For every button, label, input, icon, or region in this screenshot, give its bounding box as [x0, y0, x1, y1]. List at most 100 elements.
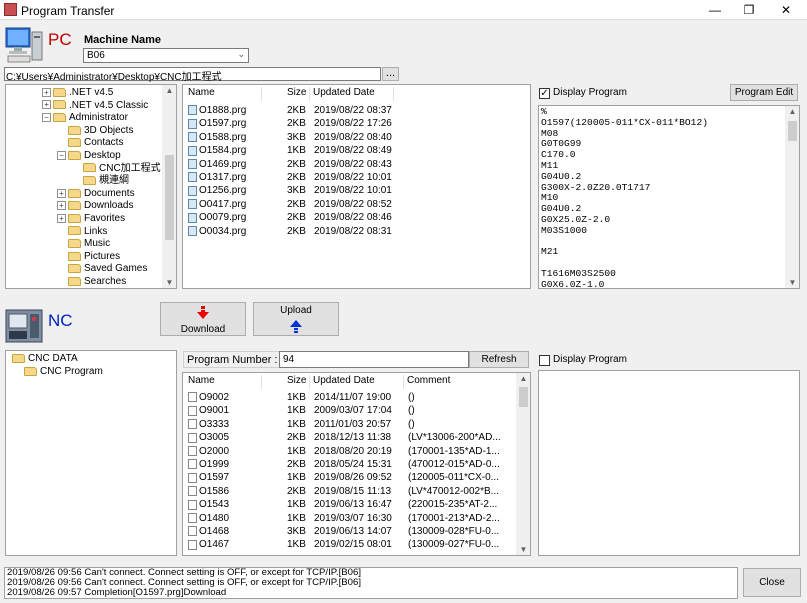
collapse-icon[interactable]: − [57, 150, 66, 160]
scroll-up-icon[interactable]: ▲ [516, 374, 530, 383]
pc-file-list[interactable]: Name Size Updated Date O1888.prg 2KB 2019/… [182, 84, 531, 289]
nc-file-name: O1586 [199, 485, 230, 497]
file-row[interactable]: O1597.prg 2KB 2019/08/22 17:26 [183, 117, 530, 130]
tree-item-label: Administrator [69, 112, 128, 124]
download-button[interactable]: Download [160, 302, 246, 336]
close-window-button[interactable]: ✕ [771, 2, 801, 18]
tree-item[interactable]: + Documents [57, 188, 135, 201]
nc-file-row[interactable]: O2000 1KB 2018/08/20 20:19 (170001-135*AD-1… [183, 445, 516, 458]
tree-item[interactable]: Music [68, 238, 110, 251]
scroll-down-icon[interactable]: ▼ [162, 278, 176, 287]
tree-item[interactable]: Contacts [68, 137, 123, 150]
program-edit-button[interactable]: Program Edit [730, 84, 798, 101]
tree-item[interactable]: − Desktop [57, 150, 121, 163]
tree-item[interactable]: − Administrator [42, 112, 128, 125]
nc-label: NC [48, 311, 73, 330]
nc-file-date: 2019/08/26 09:52 [314, 472, 392, 484]
tree-item-label: Music [84, 238, 111, 250]
nc-file-row[interactable]: O1468 3KB 2019/06/13 14:07 (130009-028*FU-0… [183, 525, 516, 538]
pc-col-name[interactable]: Name [188, 85, 215, 101]
nc-file-row[interactable]: O1543 1KB 2019/06/13 16:47 (220015-235*AT-2… [183, 498, 516, 511]
upload-button[interactable]: Upload [253, 302, 339, 336]
expand-icon[interactable]: + [57, 188, 66, 198]
file-row[interactable]: O1888.prg 2KB 2019/08/22 08:37 [183, 104, 530, 117]
file-row[interactable]: O0079.prg 2KB 2019/08/22 08:46 [183, 211, 530, 224]
tree-item[interactable]: 3D Objects [68, 125, 133, 138]
file-row[interactable]: O1256.prg 3KB 2019/08/22 10:01 [183, 184, 530, 197]
tree-item-label: .NET v4.5 Classic [69, 99, 149, 111]
nc-col-comment[interactable]: Comment [407, 373, 450, 389]
nc-file-row[interactable]: O1480 1KB 2019/03/07 16:30 (170001-213*AD-2… [183, 512, 516, 525]
close-button[interactable]: Close [743, 568, 801, 597]
expand-icon[interactable]: + [57, 213, 66, 223]
pc-display-program-checkbox[interactable]: ✓ [539, 88, 550, 99]
scroll-down-icon[interactable]: ▼ [516, 545, 530, 554]
nc-file-row[interactable]: O1586 2KB 2019/08/15 11:13 (LV*470012-002*B… [183, 485, 516, 498]
tree-item[interactable]: + Favorites [57, 213, 125, 226]
collapse-icon[interactable]: − [42, 113, 51, 123]
nc-file-row[interactable]: O1597 1KB 2019/08/26 09:52 (120005-011*CX-0… [183, 471, 516, 484]
nc-file-row[interactable]: O3333 1KB 2011/01/03 20:57 () [183, 418, 516, 431]
tree-item[interactable]: Saved Games [68, 263, 147, 276]
program-number-input[interactable]: 94 [279, 351, 469, 368]
refresh-button[interactable]: Refresh [469, 351, 529, 368]
nc-col-name[interactable]: Name [188, 373, 215, 389]
document-icon [188, 526, 197, 537]
file-date: 2019/08/22 08:37 [314, 105, 392, 116]
browse-button[interactable]: ... [382, 67, 399, 81]
nc-file-name: O1999 [199, 459, 230, 470]
pc-folder-tree[interactable]: + .NET v4.5 + .NET v4.5 Classic − Administrat… [5, 84, 177, 289]
file-row[interactable]: O1588.prg 3KB 2019/08/22 08:40 [183, 131, 530, 144]
file-row[interactable]: O0034.prg 2KB 2019/08/22 08:31 [183, 225, 530, 238]
tree-item[interactable]: + .NET v4.5 Classic [42, 100, 148, 113]
tree-item[interactable]: 槻連綱 [83, 175, 129, 188]
nc-tree-item[interactable]: CNC Program [24, 366, 103, 379]
nc-file-row[interactable]: O1467 1KB 2019/02/15 08:01 (130009-027*FU-0… [183, 538, 516, 551]
tree-item[interactable]: Pictures [68, 251, 120, 264]
tree-item[interactable]: Links [68, 226, 107, 239]
pc-label: PC [48, 30, 72, 49]
file-name: O0079.prg [199, 212, 247, 224]
file-row[interactable]: O1469.prg 2KB 2019/08/22 08:43 [183, 158, 530, 171]
nc-file-row[interactable]: O3005 2KB 2018/12/13 11:38 (LV*13006-200*AD… [183, 431, 516, 444]
maximize-button[interactable]: ❐ [734, 2, 764, 18]
program-scrollbar[interactable]: ▲ ▼ [785, 106, 799, 288]
document-icon [188, 419, 197, 430]
nc-list-scroll-thumb[interactable] [519, 387, 528, 407]
nc-display-program-checkbox[interactable] [539, 355, 550, 366]
scroll-down-icon[interactable]: ▼ [785, 278, 799, 287]
nc-file-list[interactable]: Name Size Updated Date Comment O9002 1KB 2… [182, 372, 531, 556]
tree-item[interactable]: Searches [68, 276, 126, 288]
nc-col-size[interactable]: Size [287, 373, 306, 389]
pc-tree-scroll-thumb[interactable] [165, 155, 174, 240]
nc-list-scrollbar[interactable]: ▲ ▼ [516, 373, 530, 555]
file-row[interactable]: O1584.prg 1KB 2019/08/22 08:49 [183, 144, 530, 157]
minimize-button[interactable]: — [700, 2, 730, 18]
file-row[interactable]: O1317.prg 2KB 2019/08/22 10:01 [183, 171, 530, 184]
nc-file-row[interactable]: O9002 1KB 2014/11/07 19:00 () [183, 391, 516, 404]
pc-tree-scrollbar[interactable]: ▲ ▼ [162, 85, 176, 288]
folder-icon [53, 100, 66, 110]
pc-col-date[interactable]: Updated Date [313, 85, 375, 101]
machine-name-select[interactable]: B06 ⌄ [83, 48, 249, 63]
nc-col-date[interactable]: Updated Date [313, 373, 375, 389]
path-input[interactable]: C:¥Users¥Administrator¥Desktop¥CNC加工程式 [4, 67, 381, 83]
tree-item[interactable]: + Downloads [57, 200, 133, 213]
file-row[interactable]: O0417.prg 2KB 2019/08/22 08:52 [183, 198, 530, 211]
nc-file-row[interactable]: O1999 2KB 2018/05/24 15:31 (470012-015*AD-0… [183, 458, 516, 471]
expand-icon[interactable]: + [42, 100, 51, 110]
pc-col-size[interactable]: Size [287, 85, 306, 101]
expand-icon[interactable]: + [42, 87, 51, 97]
scroll-up-icon[interactable]: ▲ [785, 107, 799, 116]
expand-icon[interactable]: + [57, 201, 66, 211]
file-icon [188, 158, 197, 169]
nc-tree-item[interactable]: CNC DATA [12, 353, 78, 366]
tree-item[interactable]: + .NET v4.5 [42, 87, 113, 100]
tree-item[interactable]: CNC加工程式 [83, 163, 161, 176]
nc-folder-tree[interactable]: CNC DATA CNC Program [5, 350, 177, 556]
nc-file-row[interactable]: O9001 1KB 2009/03/07 17:04 () [183, 404, 516, 417]
app-icon [4, 3, 17, 16]
folder-icon [24, 366, 37, 376]
program-scroll-thumb[interactable] [788, 121, 797, 141]
scroll-up-icon[interactable]: ▲ [162, 86, 176, 95]
